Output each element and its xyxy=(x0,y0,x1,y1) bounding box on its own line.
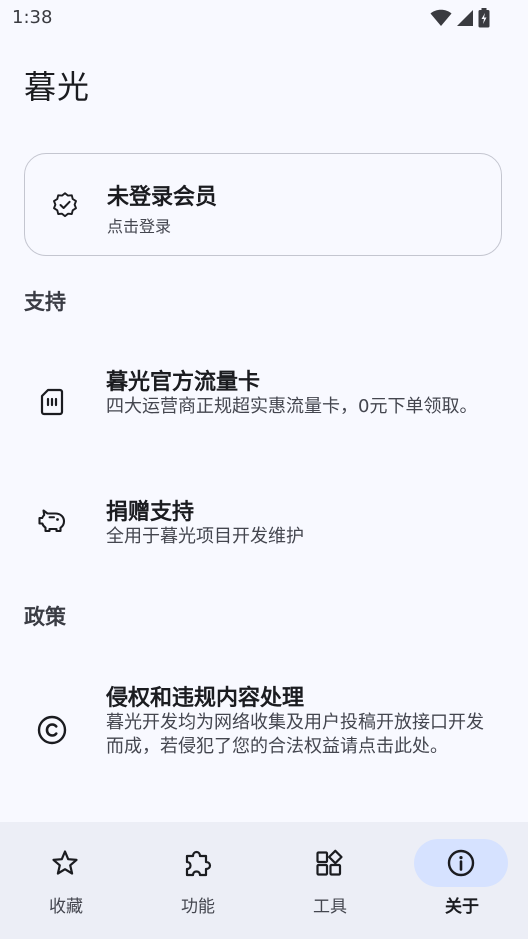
section-header-support: 支持 xyxy=(24,290,66,314)
list-item-description: 全用于暮光项目开发维护 xyxy=(106,526,304,547)
status-bar: 1:38 xyxy=(0,0,528,36)
status-time: 1:38 xyxy=(12,7,53,28)
star-icon xyxy=(52,850,78,875)
list-item-copyright-report[interactable]: 侵权和违规内容处理 暮光开发均为网络收集及用户投稿开放接口开发而成，若侵犯了您的… xyxy=(0,676,528,786)
nav-tab-about[interactable]: 关于 xyxy=(396,822,528,939)
battery-icon xyxy=(478,8,490,28)
page-title: 暮光 xyxy=(24,68,91,106)
puzzle-icon xyxy=(185,850,212,877)
info-icon xyxy=(447,849,475,877)
wifi-icon xyxy=(430,9,452,26)
verified-badge-icon xyxy=(53,192,77,218)
sim-card-icon xyxy=(40,388,64,416)
nav-label: 功能 xyxy=(181,897,215,917)
nav-label: 收藏 xyxy=(49,897,83,917)
list-item-donate[interactable]: 捐赠支持 全用于暮光项目开发维护 xyxy=(0,490,528,560)
nav-tab-features[interactable]: 功能 xyxy=(132,822,264,939)
nav-tab-tools[interactable]: 工具 xyxy=(264,822,396,939)
list-item-description: 四大运营商正规超实惠流量卡，0元下单领取。 xyxy=(106,396,478,417)
status-icons xyxy=(430,8,490,28)
list-item-title: 暮光官方流量卡 xyxy=(106,370,261,395)
member-subtitle: 点击登录 xyxy=(107,217,172,236)
nav-label: 工具 xyxy=(313,897,347,917)
nav-label: 关于 xyxy=(445,897,479,917)
copyright-icon xyxy=(37,715,67,745)
member-title: 未登录会员 xyxy=(107,185,218,210)
nav-tab-favorites[interactable]: 收藏 xyxy=(0,822,132,939)
member-login-card[interactable]: 未登录会员 点击登录 xyxy=(24,153,502,256)
list-item-title: 侵权和违规内容处理 xyxy=(106,686,305,711)
cell-signal-icon xyxy=(457,10,473,26)
list-item-description: 暮光开发均为网络收集及用户投稿开放接口开发而成，若侵犯了您的合法权益请点击此处。 xyxy=(106,712,484,757)
list-item-title: 捐赠支持 xyxy=(106,500,195,525)
list-item-sim-card[interactable]: 暮光官方流量卡 四大运营商正规超实惠流量卡，0元下单领取。 xyxy=(0,360,528,460)
piggy-bank-icon xyxy=(38,509,66,533)
section-header-policy: 政策 xyxy=(24,605,66,629)
widgets-icon xyxy=(316,849,343,876)
bottom-navigation: 收藏 功能 工具 关于 xyxy=(0,822,528,939)
